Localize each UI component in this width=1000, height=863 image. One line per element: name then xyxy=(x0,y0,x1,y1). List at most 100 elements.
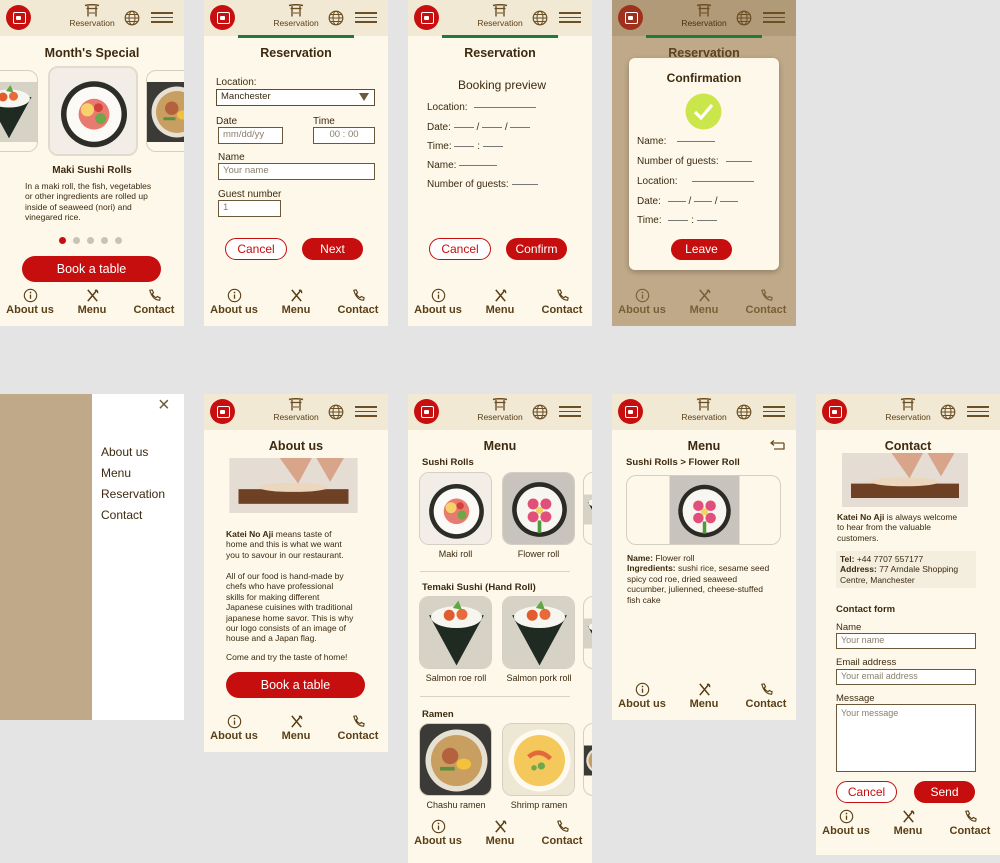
cancel-button[interactable]: Cancel xyxy=(225,238,287,260)
nav-menu[interactable]: Menu xyxy=(266,288,326,316)
hamburger-menu-icon[interactable] xyxy=(355,12,377,23)
globe-icon[interactable] xyxy=(328,404,344,420)
menu-item-shrimp-ramen[interactable] xyxy=(502,723,575,796)
menu-item-partial[interactable] xyxy=(583,723,592,796)
back-arrow-icon[interactable] xyxy=(768,440,786,452)
logo[interactable] xyxy=(414,5,439,30)
drawer-overlay[interactable] xyxy=(0,394,92,720)
cancel-button[interactable]: Cancel xyxy=(429,238,491,260)
nav-about-us[interactable]: About us xyxy=(816,809,876,837)
nav-about-us[interactable]: About us xyxy=(408,819,468,847)
carousel-image-next[interactable] xyxy=(146,70,184,152)
reservation-tab[interactable]: Reservation xyxy=(646,4,762,38)
cancel-button[interactable]: Cancel xyxy=(836,781,897,803)
nav-menu[interactable]: Menu xyxy=(266,714,326,742)
hamburger-menu-icon[interactable] xyxy=(763,406,785,417)
nav-menu[interactable]: Menu xyxy=(674,682,734,710)
close-icon[interactable]: × xyxy=(158,394,170,417)
hamburger-menu-icon[interactable] xyxy=(355,406,377,417)
carousel-dot[interactable] xyxy=(115,237,122,244)
carousel-image-prev[interactable] xyxy=(0,70,38,152)
logo[interactable] xyxy=(618,5,643,30)
logo[interactable] xyxy=(618,399,643,424)
message-textarea[interactable]: Your message xyxy=(836,704,976,772)
next-button[interactable]: Next xyxy=(302,238,363,260)
logo[interactable] xyxy=(6,5,31,30)
torii-icon xyxy=(492,398,508,411)
logo[interactable] xyxy=(210,5,235,30)
globe-icon[interactable] xyxy=(532,404,548,420)
nav-contact[interactable]: Contact xyxy=(532,819,592,847)
carousel-dot[interactable] xyxy=(73,237,80,244)
nav-about-us[interactable]: About us xyxy=(612,288,672,316)
globe-icon[interactable] xyxy=(940,404,956,420)
nav-menu[interactable]: Menu xyxy=(878,809,938,837)
nav-contact[interactable]: Contact xyxy=(124,288,184,316)
menu-item-salmon-roe-roll[interactable] xyxy=(419,596,492,669)
globe-icon[interactable] xyxy=(736,10,752,26)
nav-contact[interactable]: Contact xyxy=(736,288,796,316)
carousel-dot[interactable] xyxy=(101,237,108,244)
menu-item-maki-roll[interactable] xyxy=(419,472,492,545)
nav-menu[interactable]: Menu xyxy=(470,819,530,847)
reservation-tab[interactable]: Reservation xyxy=(664,398,744,422)
drawer-item-contact[interactable]: Contact xyxy=(101,508,142,522)
send-button[interactable]: Send xyxy=(914,781,975,803)
menu-item-salmon-pork-roll[interactable] xyxy=(502,596,575,669)
leave-button[interactable]: Leave xyxy=(671,239,732,260)
guest-number-input[interactable]: 1 xyxy=(218,200,281,217)
nav-about-us[interactable]: About us xyxy=(204,288,264,316)
globe-icon[interactable] xyxy=(736,404,752,420)
email-input[interactable]: Your email address xyxy=(836,669,976,685)
globe-icon[interactable] xyxy=(532,10,548,26)
name-input[interactable]: Your name xyxy=(836,633,976,649)
nav-menu[interactable]: Menu xyxy=(470,288,530,316)
hamburger-menu-icon[interactable] xyxy=(151,12,173,23)
nav-about-us[interactable]: About us xyxy=(0,288,60,316)
menu-item-partial[interactable] xyxy=(583,596,592,669)
carousel-image-current[interactable] xyxy=(48,66,138,156)
nav-menu[interactable]: Menu xyxy=(62,288,122,316)
reservation-tab[interactable]: Reservation xyxy=(256,398,336,422)
nav-contact[interactable]: Contact xyxy=(736,682,796,710)
drawer-item-reservation[interactable]: Reservation xyxy=(101,487,165,501)
nav-contact[interactable]: Contact xyxy=(328,288,388,316)
logo[interactable] xyxy=(210,399,235,424)
reservation-tab[interactable]: Reservation xyxy=(868,398,948,422)
hamburger-menu-icon[interactable] xyxy=(559,406,581,417)
hamburger-menu-icon[interactable] xyxy=(559,12,581,23)
logo[interactable] xyxy=(822,399,847,424)
hamburger-menu-icon[interactable] xyxy=(763,12,785,23)
nav-contact[interactable]: Contact xyxy=(328,714,388,742)
nav-contact[interactable]: Contact xyxy=(532,288,592,316)
menu-item-chashu-ramen[interactable] xyxy=(419,723,492,796)
menu-item-partial[interactable] xyxy=(583,472,592,545)
menu-item-flower-roll[interactable] xyxy=(502,472,575,545)
globe-icon[interactable] xyxy=(124,10,140,26)
reservation-tab[interactable]: Reservation xyxy=(442,4,558,38)
location-select[interactable]: Manchester xyxy=(216,89,375,106)
nav-menu[interactable]: Menu xyxy=(674,288,734,316)
globe-icon[interactable] xyxy=(328,10,344,26)
time-input[interactable]: 00 : 00 xyxy=(313,127,375,144)
drawer-item-about-us[interactable]: About us xyxy=(101,445,148,459)
reservation-tab[interactable]: Reservation xyxy=(460,398,540,422)
reservation-tab[interactable]: Reservation xyxy=(52,4,132,28)
nav-about-us[interactable]: About us xyxy=(204,714,264,742)
date-input[interactable]: mm/dd/yy xyxy=(218,127,283,144)
app-header: Reservation xyxy=(204,0,388,38)
book-table-button[interactable]: Book a table xyxy=(226,672,365,698)
logo[interactable] xyxy=(414,399,439,424)
carousel-dot[interactable] xyxy=(87,237,94,244)
confirm-button[interactable]: Confirm xyxy=(506,238,567,260)
book-table-button[interactable]: Book a table xyxy=(22,256,161,282)
hamburger-menu-icon[interactable] xyxy=(967,406,989,417)
reservation-tab[interactable]: Reservation xyxy=(238,4,354,38)
contact-phone[interactable]: Tel: +44 7707 557177 xyxy=(840,554,972,564)
nav-about-us[interactable]: About us xyxy=(612,682,672,710)
name-input[interactable]: Your name xyxy=(218,163,375,180)
drawer-item-menu[interactable]: Menu xyxy=(101,466,131,480)
nav-contact[interactable]: Contact xyxy=(940,809,1000,837)
nav-about-us[interactable]: About us xyxy=(408,288,468,316)
carousel-dot-active[interactable] xyxy=(59,237,66,244)
